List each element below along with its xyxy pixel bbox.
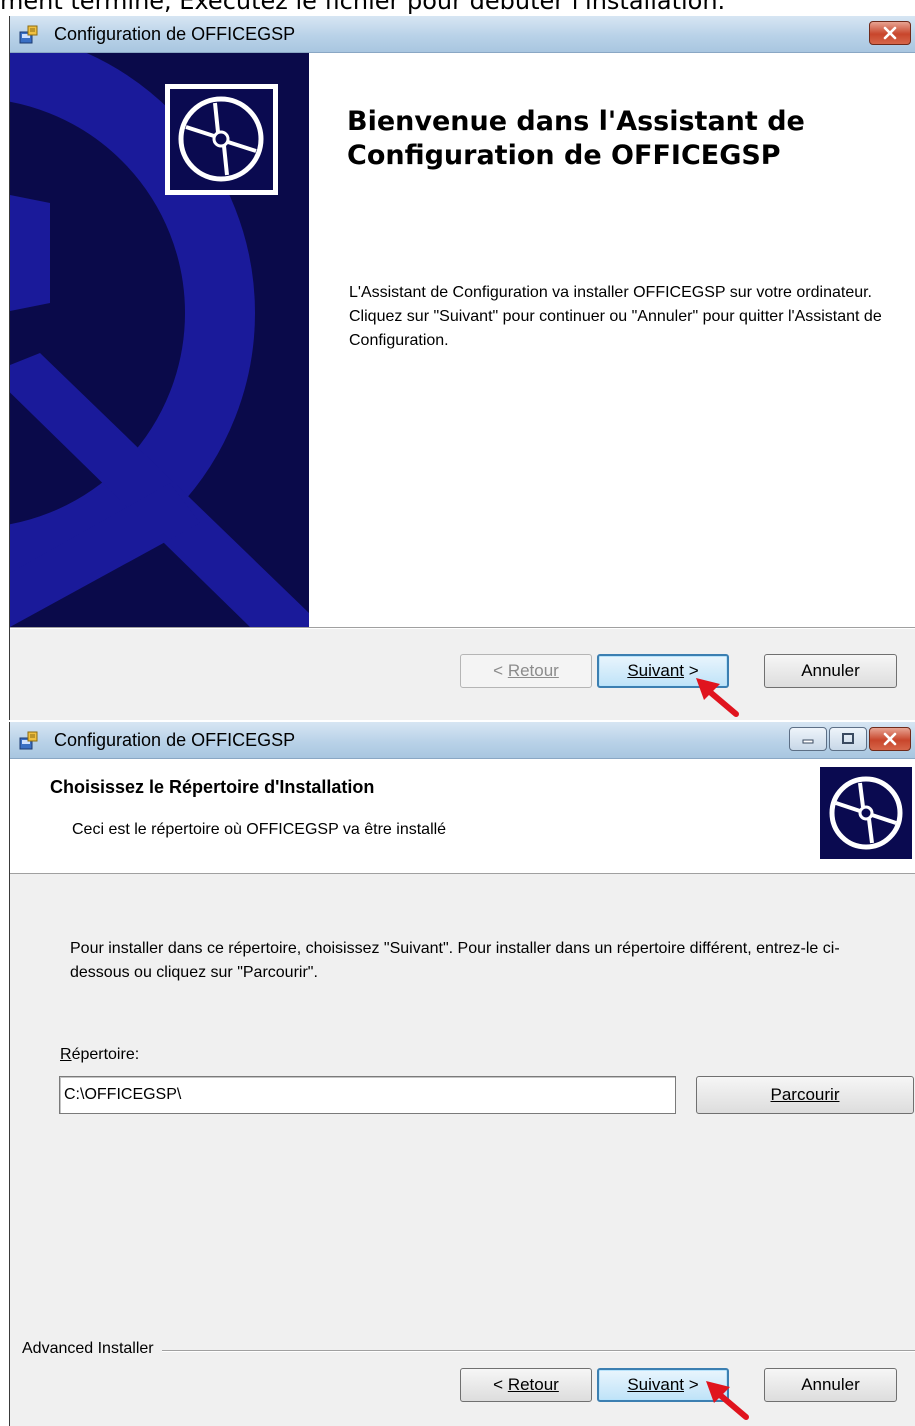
installer-app-icon bbox=[19, 25, 38, 44]
directory-label-text: épertoire: bbox=[71, 1046, 140, 1063]
window-title: Configuration de OFFICEGSP bbox=[54, 24, 296, 44]
minimize-icon bbox=[802, 739, 814, 744]
next-button-label: Suivant bbox=[627, 1375, 685, 1394]
cancel-button-label: Annuler bbox=[801, 661, 860, 680]
page-title: Choisissez le Répertoire d'Installation bbox=[50, 777, 375, 797]
back-button-label: Retour bbox=[507, 661, 559, 680]
welcome-heading: Bienvenue dans l'Assistant de Configurat… bbox=[347, 106, 805, 171]
welcome-content: Bienvenue dans l'Assistant de Configurat… bbox=[309, 53, 915, 627]
minimize-button[interactable] bbox=[789, 727, 827, 751]
installer-app-icon bbox=[19, 731, 38, 750]
page-caption: ment terminé, Exécutez le fichier pour d… bbox=[0, 0, 726, 15]
welcome-description: L'Assistant de Configuration va installe… bbox=[349, 284, 882, 349]
close-button[interactable] bbox=[869, 727, 911, 751]
wizard-side-artwork bbox=[10, 53, 309, 627]
back-button-label: Retour bbox=[507, 1375, 559, 1394]
button-separator bbox=[10, 627, 915, 629]
setup-welcome-window: Configuration de OFFICEGSP Bienvenue dan… bbox=[9, 16, 915, 720]
close-icon bbox=[883, 732, 897, 746]
title-bar[interactable]: Configuration de OFFICEGSP bbox=[10, 722, 915, 759]
decorative-disc-artwork bbox=[10, 53, 309, 627]
install-instructions: Pour installer dans ce répertoire, chois… bbox=[70, 940, 840, 981]
directory-label: Répertoire: bbox=[60, 1046, 140, 1063]
red-arrow-annotation bbox=[706, 1381, 749, 1420]
close-icon bbox=[883, 26, 897, 40]
setup-directory-window: Configuration de OFFICEGSP Choisissez le… bbox=[9, 722, 915, 1426]
directory-input[interactable] bbox=[59, 1076, 676, 1114]
cancel-button[interactable]: Annuler bbox=[764, 1368, 897, 1402]
page-header: Choisissez le Répertoire d'Installation … bbox=[10, 759, 915, 874]
page-subtitle: Ceci est le répertoire où OFFICEGSP va ê… bbox=[72, 821, 447, 838]
cancel-button[interactable]: Annuler bbox=[764, 654, 897, 688]
maximize-icon bbox=[842, 733, 854, 744]
browse-button[interactable]: Parcourir bbox=[696, 1076, 914, 1114]
maximize-button[interactable] bbox=[829, 727, 867, 751]
next-button-label: Suivant bbox=[627, 661, 685, 680]
title-bar[interactable]: Configuration de OFFICEGSP bbox=[10, 16, 915, 53]
cancel-button-label: Annuler bbox=[801, 1375, 860, 1394]
close-button[interactable] bbox=[869, 21, 911, 45]
disc-icon bbox=[820, 767, 912, 859]
footer-brand: Advanced Installer bbox=[22, 1340, 162, 1358]
browse-button-label: Parcourir bbox=[770, 1085, 840, 1104]
window-title: Configuration de OFFICEGSP bbox=[54, 730, 296, 750]
red-arrow-annotation bbox=[696, 678, 739, 717]
back-button[interactable]: < Retour bbox=[460, 654, 592, 688]
back-button[interactable]: < Retour bbox=[460, 1368, 592, 1402]
